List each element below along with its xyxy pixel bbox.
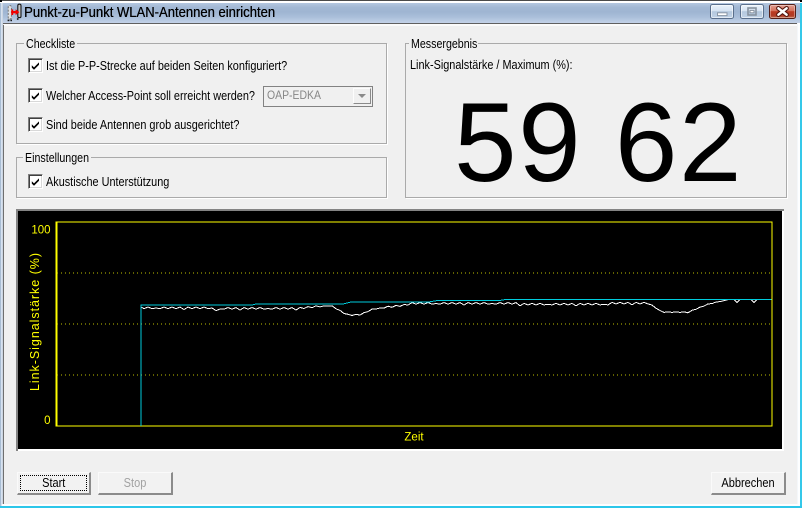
svg-text:Zeit: Zeit <box>404 432 424 444</box>
svg-text:100: 100 <box>31 225 50 237</box>
svg-text:0: 0 <box>44 415 50 427</box>
svg-text:Link-Signalstärke (%): Link-Signalstärke (%) <box>28 253 42 391</box>
